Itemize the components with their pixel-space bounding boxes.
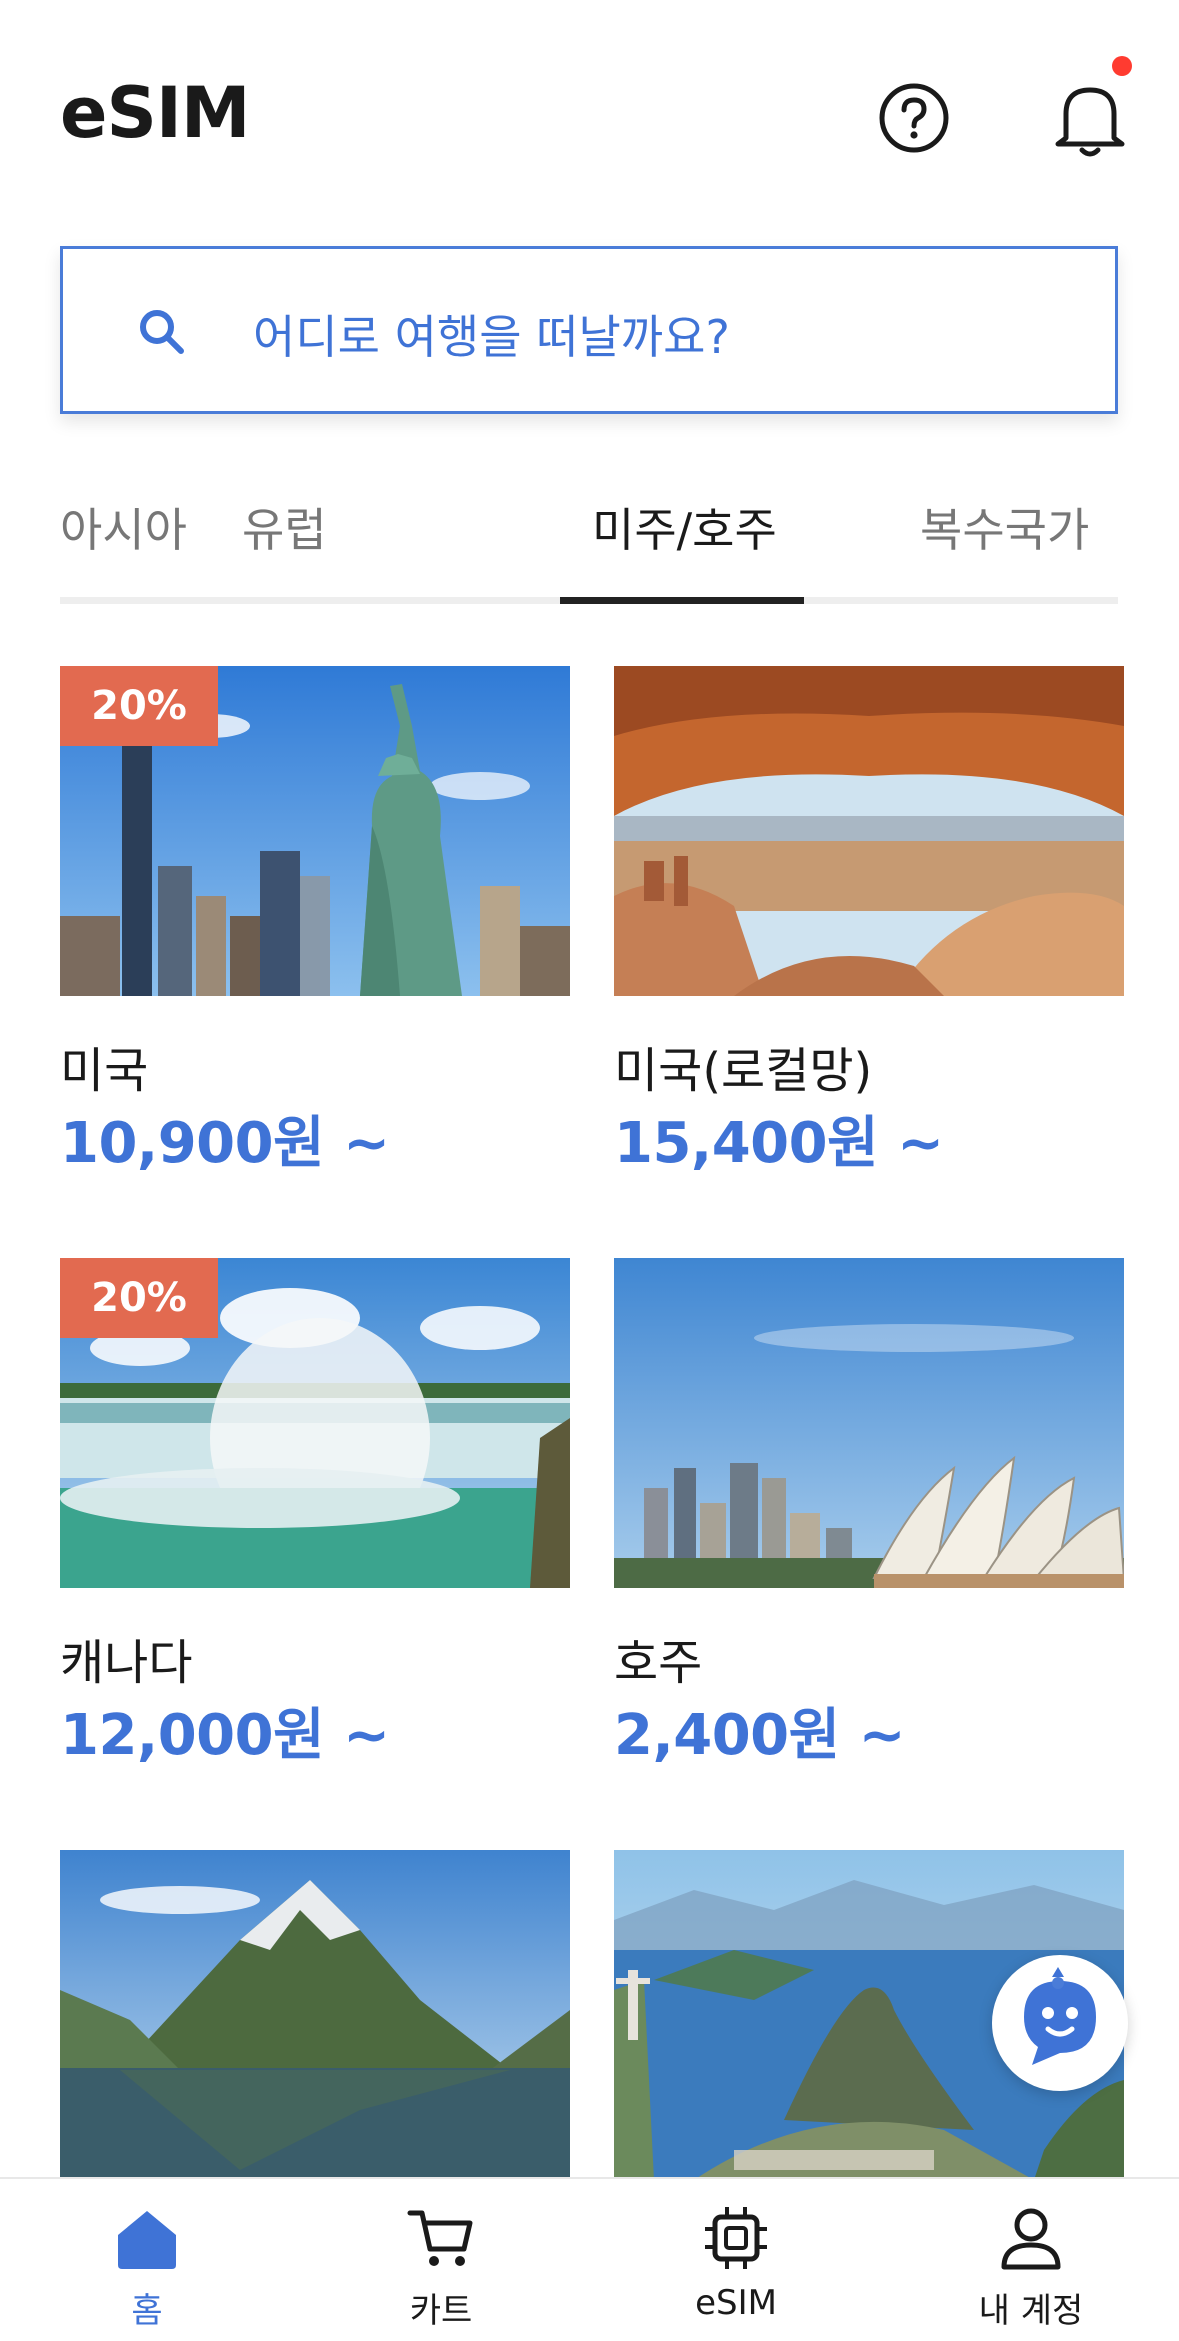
tab-asia[interactable]: 아시아 [60,494,187,560]
discount-badge: 20% [60,666,218,746]
screen: eSIM 어디로 여행을 떠날까요? 아시아 유럽 미주/호주 복수국가 20%… [0,0,1179,2341]
region-tabs: 아시아 유럽 미주/호주 복수국가 [60,480,1118,604]
product-price: 12,000원 ~ [60,1703,390,1768]
chip-icon [705,2207,767,2269]
discount-badge: 20% [60,1258,218,1338]
chatbot-button[interactable] [992,1955,1128,2091]
nav-item-cart[interactable]: 카트 [294,2179,588,2341]
notification-button[interactable] [1052,78,1128,158]
tab-europe[interactable]: 유럽 [242,494,327,560]
search-icon [140,310,184,354]
chatbot-icon [1024,1967,1096,2065]
nav-item-account[interactable]: 내 계정 [884,2179,1178,2341]
help-button[interactable] [878,82,950,154]
bottom-navigation: 홈 카트 eSIM 내 계정 [0,2177,1179,2341]
product-card-usa[interactable]: 20% 미국 10,900원 ~ [60,666,570,1226]
nav-label-esim: eSIM [695,2283,777,2323]
product-name: 캐나다 [60,1635,193,1691]
product-card-usa-local[interactable]: 미국(로컬망) 15,400원 ~ [614,666,1124,1226]
cart-icon [407,2210,473,2266]
nav-item-esim[interactable]: eSIM [589,2179,883,2341]
product-name: 호주 [614,1635,703,1691]
home-icon [118,2211,176,2269]
product-price: 2,400원 ~ [614,1703,906,1768]
help-icon [879,83,949,153]
product-card-canada[interactable]: 20% 캐나다 12,000원 ~ [60,1258,570,1818]
product-image-fjord [60,1850,570,2180]
product-image-niagara: 20% [60,1258,570,1588]
nav-item-home[interactable]: 홈 [0,2179,294,2341]
tab-americas-oceania[interactable]: 미주/호주 [592,494,777,560]
search-placeholder: 어디로 여행을 떠날까요? [253,310,730,364]
product-name: 미국(로컬망) [614,1043,873,1099]
active-tab-indicator [560,597,804,604]
product-price: 10,900원 ~ [60,1111,390,1176]
app-title: eSIM [60,72,251,154]
tab-multi-country[interactable]: 복수국가 [920,494,1089,560]
product-image-desert-arch [614,666,1124,996]
product-image-new-york: 20% [60,666,570,996]
notification-badge [1112,56,1132,76]
product-name: 미국 [60,1043,149,1099]
product-price: 15,400원 ~ [614,1111,944,1176]
bell-icon [1055,87,1125,157]
search-input[interactable]: 어디로 여행을 떠날까요? [60,246,1118,414]
product-card-australia[interactable]: 호주 2,400원 ~ [614,1258,1124,1818]
user-icon [1001,2208,1061,2270]
nav-label-account: 내 계정 [978,2291,1084,2331]
nav-label-cart: 카트 [409,2291,473,2331]
nav-label-home: 홈 [131,2291,163,2331]
header: eSIM [0,0,1179,230]
product-image-sydney [614,1258,1124,1588]
product-card-fjord[interactable] [60,1850,570,2180]
